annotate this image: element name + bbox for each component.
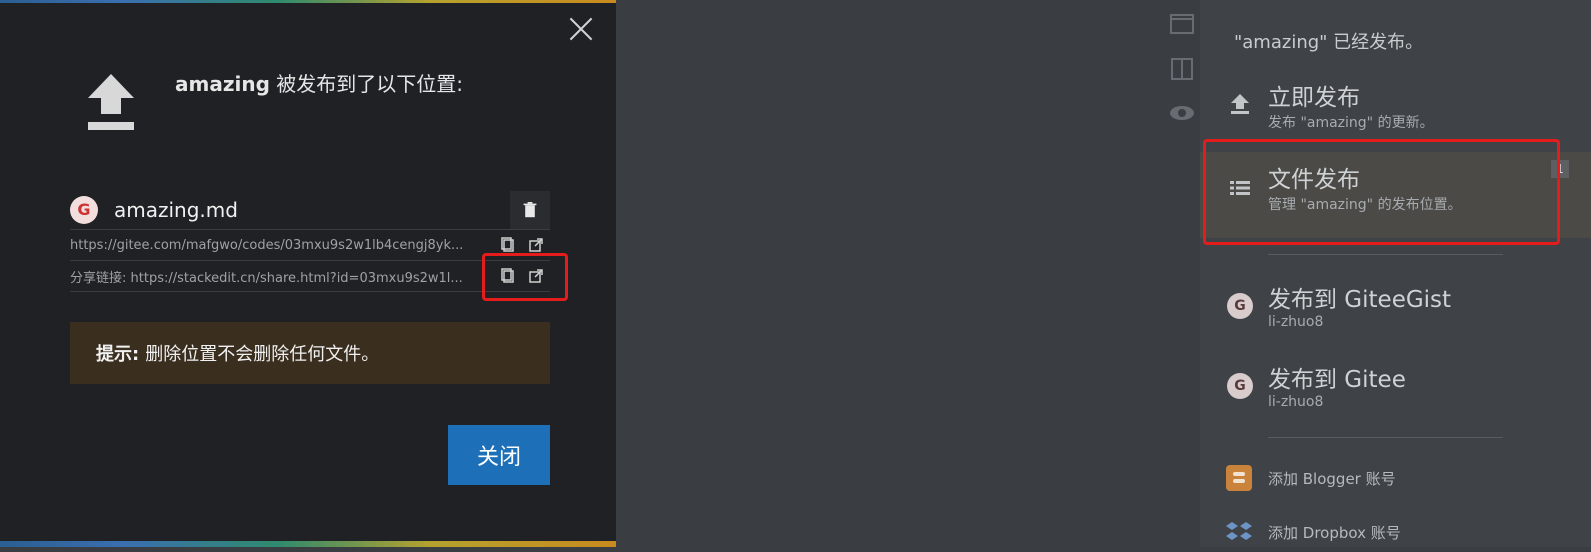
location-block: G amazing.md https://gitee.com/mafgwo/co… bbox=[70, 190, 550, 292]
location-header: G amazing.md bbox=[70, 190, 550, 230]
panel-header: "amazing" 已经发布。 bbox=[1234, 32, 1424, 53]
publish-panel: "amazing" 已经发布。 立即发布 发布 "amazing" 的更新。 文… bbox=[1200, 0, 1591, 547]
publish-now-title: 立即发布 bbox=[1268, 85, 1360, 111]
location-url-row: https://gitee.com/mafgwo/codes/03mxu9s2w… bbox=[70, 230, 550, 261]
publish-now-item[interactable]: 立即发布 发布 "amazing" 的更新。 bbox=[1200, 70, 1591, 140]
publish-locations-modal: amazing 被发布到了以下位置: G amazing.md https://… bbox=[0, 0, 616, 547]
modal-bottom-accent bbox=[0, 541, 616, 547]
highlight-file-publishing bbox=[1203, 139, 1560, 245]
dropbox-icon bbox=[1226, 519, 1252, 545]
tip-box: 提示: 删除位置不会删除任何文件。 bbox=[70, 322, 550, 384]
gitee-icon: G bbox=[70, 195, 98, 224]
modal-title-rest: 被发布到了以下位置: bbox=[269, 72, 463, 96]
editor-side-icons bbox=[1167, 10, 1197, 142]
close-button[interactable]: 关闭 bbox=[448, 425, 550, 485]
share-url[interactable]: 分享链接: https://stackedit.cn/share.html?id… bbox=[70, 267, 463, 286]
delete-location-button[interactable] bbox=[510, 190, 550, 229]
modal-title-file: amazing bbox=[175, 72, 270, 96]
location-url[interactable]: https://gitee.com/mafgwo/codes/03mxu9s2w… bbox=[70, 238, 463, 253]
blogger-icon bbox=[1226, 465, 1252, 491]
gitee-icon: G bbox=[1226, 292, 1254, 320]
add-blogger-label: 添加 Blogger 账号 bbox=[1268, 470, 1396, 488]
upload-icon bbox=[1226, 90, 1254, 118]
share-url-row: 分享链接: https://stackedit.cn/share.html?id… bbox=[70, 261, 550, 292]
panel-divider bbox=[1268, 254, 1503, 255]
publish-gitee-gist-item[interactable]: G 发布到 GiteeGist li-zhuo8 bbox=[1200, 272, 1591, 342]
preview-eye-icon[interactable] bbox=[1167, 98, 1197, 128]
location-name: G amazing.md bbox=[70, 195, 238, 224]
highlight-share-actions bbox=[482, 253, 568, 301]
publish-now-sub: 发布 "amazing" 的更新。 bbox=[1268, 115, 1434, 131]
url-actions bbox=[500, 237, 550, 253]
panel-divider bbox=[1268, 437, 1503, 438]
close-icon[interactable] bbox=[566, 14, 596, 44]
layout-icon[interactable] bbox=[1167, 10, 1197, 40]
publish-gitee-sub: li-zhuo8 bbox=[1268, 394, 1324, 410]
add-dropbox-label: 添加 Dropbox 账号 bbox=[1268, 524, 1401, 542]
publish-gitee-gist-sub: li-zhuo8 bbox=[1268, 314, 1324, 330]
external-link-icon[interactable] bbox=[528, 237, 544, 253]
gitee-icon: G bbox=[1226, 372, 1254, 400]
modal-top-accent bbox=[0, 0, 616, 3]
split-view-icon[interactable] bbox=[1167, 54, 1197, 84]
modal-title: amazing 被发布到了以下位置: bbox=[175, 68, 463, 97]
copy-icon[interactable] bbox=[500, 237, 516, 253]
publish-gitee-gist-title: 发布到 GiteeGist bbox=[1268, 287, 1452, 313]
location-file: amazing.md bbox=[114, 197, 238, 222]
tip-label: 提示: bbox=[96, 344, 140, 365]
tip-text: 删除位置不会删除任何文件。 bbox=[145, 344, 380, 365]
add-dropbox-item[interactable]: 添加 Dropbox 账号 bbox=[1200, 512, 1591, 552]
add-blogger-item[interactable]: 添加 Blogger 账号 bbox=[1200, 458, 1591, 498]
trash-icon bbox=[523, 201, 537, 217]
publish-gitee-title: 发布到 Gitee bbox=[1268, 367, 1406, 393]
upload-icon bbox=[86, 72, 136, 132]
publish-gitee-item[interactable]: G 发布到 Gitee li-zhuo8 bbox=[1200, 352, 1591, 422]
